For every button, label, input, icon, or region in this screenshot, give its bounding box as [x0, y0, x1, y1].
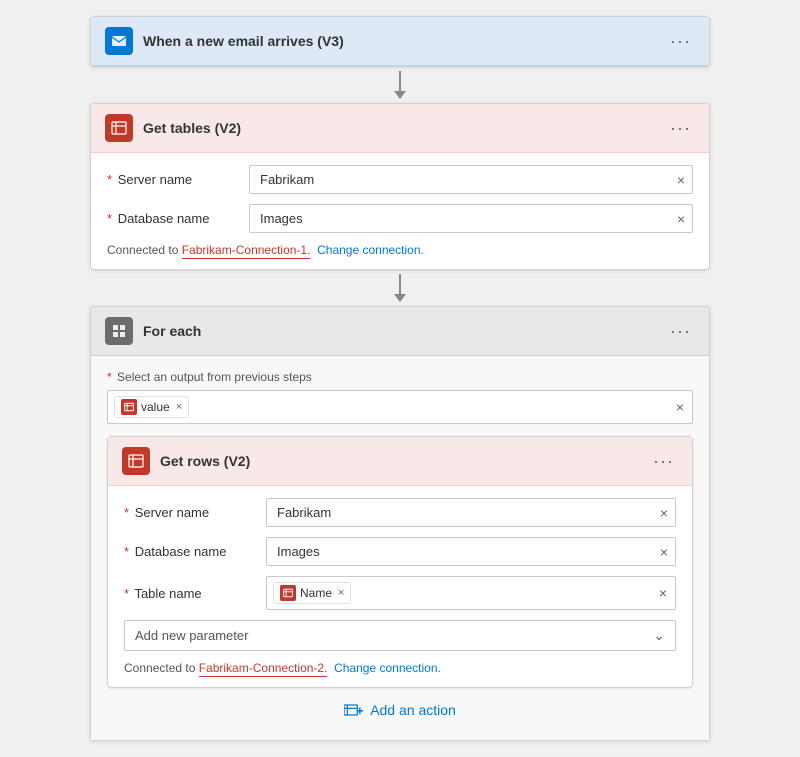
gr-server-name-input-wrap: × — [266, 498, 676, 527]
table-name-tag-icon — [280, 585, 296, 601]
gr-server-name-clear[interactable]: × — [660, 505, 668, 521]
foreach-input-clear[interactable]: × — [676, 399, 684, 415]
get-rows-card: Get rows (V2) ··· * Server name × — [107, 436, 693, 688]
get-rows-icon — [122, 447, 150, 475]
gr-server-name-label: * Server name — [124, 505, 254, 520]
get-rows-title: Get rows (V2) — [160, 453, 639, 469]
get-tables-change-link[interactable]: Change connection. — [317, 243, 424, 257]
gr-database-name-input-wrap: × — [266, 537, 676, 566]
gr-db-required-star: * — [124, 544, 129, 559]
table-name-tag-label: Name — [300, 586, 332, 600]
gr-server-required-star: * — [124, 505, 129, 520]
server-required-star: * — [107, 172, 112, 187]
foreach-tag-input[interactable]: value × × — [107, 390, 693, 424]
trigger-dots-menu[interactable]: ··· — [666, 31, 695, 52]
value-tag-label: value — [141, 400, 170, 414]
foreach-title: For each — [143, 323, 656, 339]
gr-database-name-clear[interactable]: × — [660, 544, 668, 560]
get-rows-dots-menu[interactable]: ··· — [649, 451, 678, 472]
server-name-label: * Server name — [107, 172, 237, 187]
trigger-title: When a new email arrives (V3) — [143, 33, 656, 49]
get-tables-card: Get tables (V2) ··· * Server name × * Da… — [90, 103, 710, 270]
value-tag: value × — [114, 396, 189, 418]
gr-server-name-row: * Server name × — [124, 498, 676, 527]
value-tag-close[interactable]: × — [176, 401, 182, 413]
server-name-clear[interactable]: × — [677, 172, 685, 188]
trigger-header: When a new email arrives (V3) ··· — [91, 17, 709, 66]
gr-server-name-input[interactable] — [266, 498, 676, 527]
add-action-button[interactable]: Add an action — [344, 702, 456, 718]
foreach-dots-menu[interactable]: ··· — [666, 321, 695, 342]
database-name-input-wrap: × — [249, 204, 693, 233]
foreach-icon — [105, 317, 133, 345]
gr-table-required-star: * — [124, 586, 129, 601]
gr-database-name-input[interactable] — [266, 537, 676, 566]
chevron-down-icon: ⌄ — [653, 627, 665, 644]
add-action-wrap: Add an action — [107, 688, 693, 726]
add-action-label: Add an action — [370, 702, 456, 718]
get-tables-body: * Server name × * Database name × — [91, 153, 709, 269]
database-name-label: * Database name — [107, 211, 237, 226]
server-name-input-wrap: × — [249, 165, 693, 194]
database-name-row: * Database name × — [107, 204, 693, 233]
gr-table-tag-input[interactable]: Name × × — [266, 576, 676, 610]
arrow-2 — [394, 270, 406, 306]
add-new-parameter[interactable]: Add new parameter ⌄ — [124, 620, 676, 651]
gr-database-name-row: * Database name × — [124, 537, 676, 566]
trigger-card: When a new email arrives (V3) ··· — [90, 16, 710, 67]
arrow-1 — [394, 67, 406, 103]
get-tables-connection-info: Connected to Fabrikam-Connection-1. Chan… — [107, 243, 693, 257]
foreach-card: For each ··· * Select an output from pre… — [90, 306, 710, 741]
gr-database-name-label: * Database name — [124, 544, 254, 559]
get-rows-change-link[interactable]: Change connection. — [334, 661, 441, 675]
database-name-input[interactable] — [249, 204, 693, 233]
gr-table-name-row: * Table name — [124, 576, 676, 610]
server-name-input[interactable] — [249, 165, 693, 194]
get-rows-header: Get rows (V2) ··· — [108, 437, 692, 486]
table-name-tag-close[interactable]: × — [338, 587, 344, 599]
email-trigger-icon — [105, 27, 133, 55]
select-output-label: * Select an output from previous steps — [107, 370, 693, 384]
db-required-star: * — [107, 211, 112, 226]
table-name-tag: Name × — [273, 582, 351, 604]
get-tables-icon — [105, 114, 133, 142]
get-tables-connection-link[interactable]: Fabrikam-Connection-1. — [182, 243, 311, 259]
foreach-header: For each ··· — [91, 307, 709, 356]
get-rows-body: * Server name × * Database name — [108, 486, 692, 687]
gr-table-name-label: * Table name — [124, 586, 254, 601]
get-rows-connection-link[interactable]: Fabrikam-Connection-2. — [199, 661, 328, 677]
server-name-row: * Server name × — [107, 165, 693, 194]
get-tables-dots-menu[interactable]: ··· — [666, 118, 695, 139]
gr-table-input-clear[interactable]: × — [659, 585, 667, 601]
foreach-body: * Select an output from previous steps v… — [91, 356, 709, 740]
select-required-star: * — [107, 370, 112, 384]
database-name-clear[interactable]: × — [677, 211, 685, 227]
get-tables-header: Get tables (V2) ··· — [91, 104, 709, 153]
add-action-icon — [344, 702, 364, 718]
get-rows-connection-info: Connected to Fabrikam-Connection-2. Chan… — [124, 661, 676, 675]
get-tables-title: Get tables (V2) — [143, 120, 656, 136]
value-tag-icon — [121, 399, 137, 415]
